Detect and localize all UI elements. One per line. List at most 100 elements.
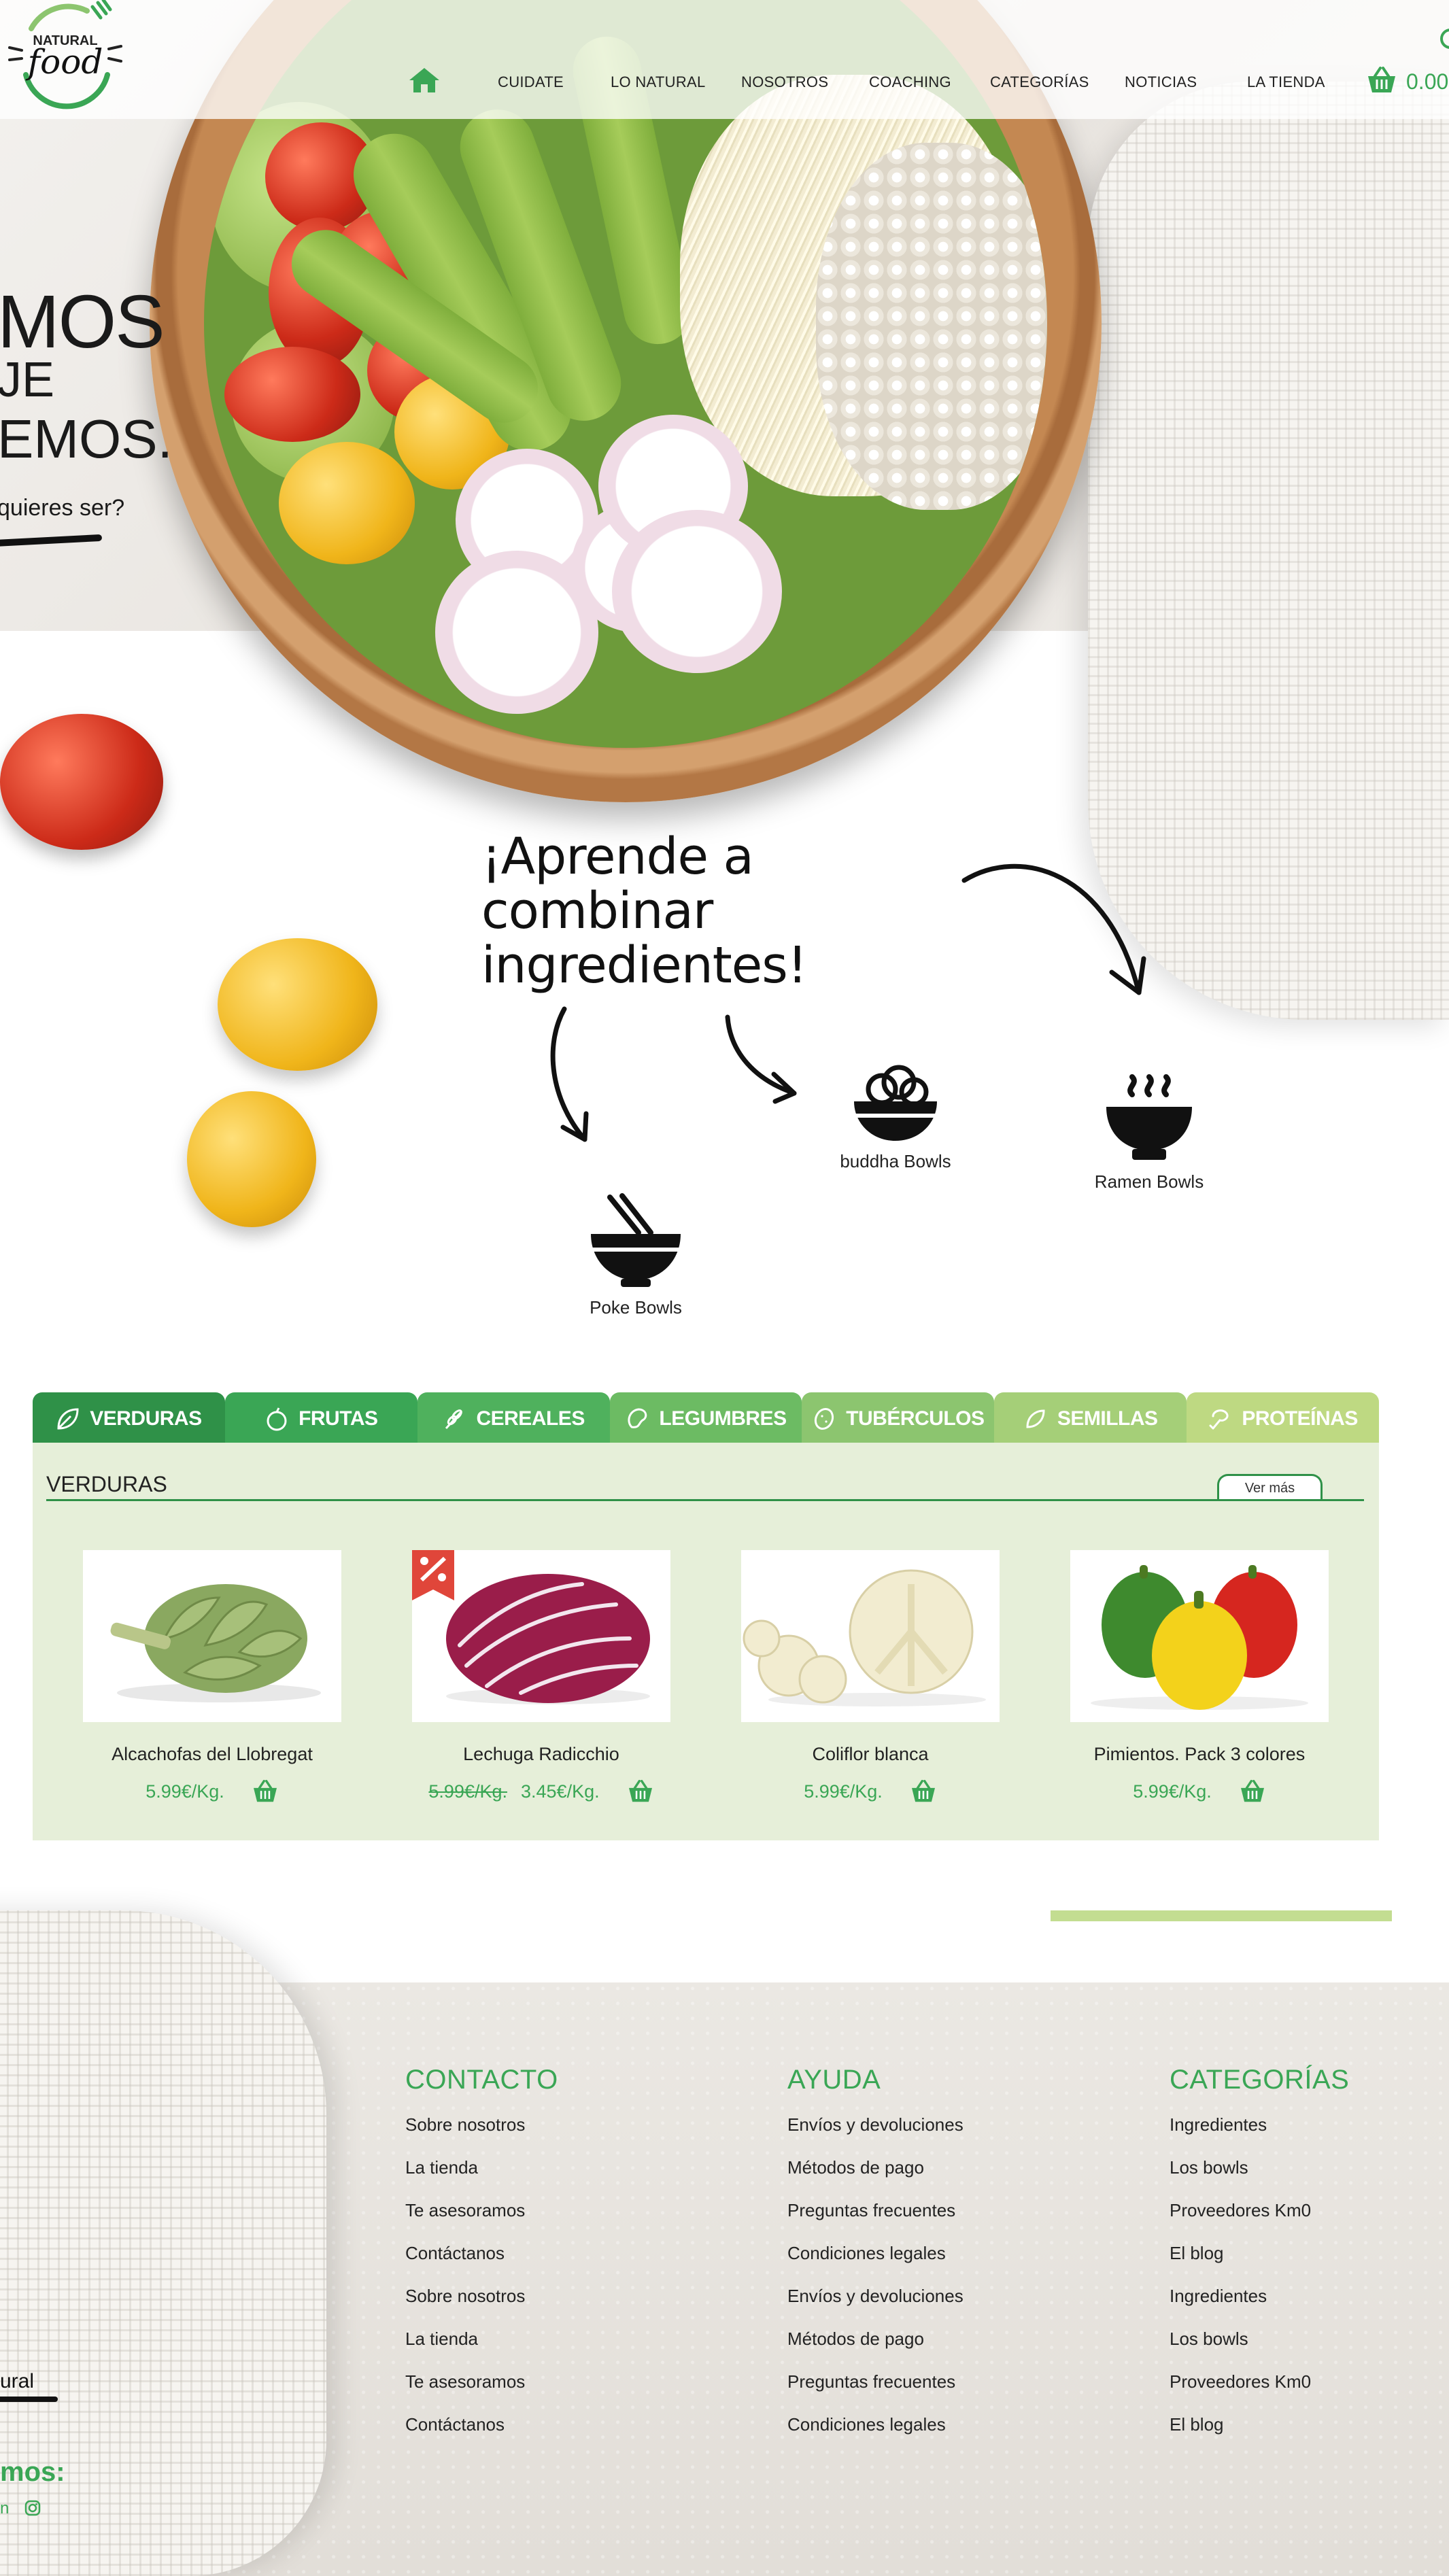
nav-la-tienda[interactable]: LA TIENDA: [1247, 73, 1325, 91]
social-partial-text[interactable]: n: [0, 2499, 9, 2518]
footer-link[interactable]: Los bowls: [1170, 2157, 1349, 2200]
footer-column-contacto: CONTACTO Sobre nosotros La tienda Te ase…: [405, 2065, 558, 2457]
add-to-cart-icon[interactable]: [252, 1780, 279, 1803]
arrow-icon: [725, 1014, 797, 1104]
nav-cuidate[interactable]: CUIDATE: [498, 73, 564, 91]
product-image-cauliflower[interactable]: [741, 1550, 1000, 1722]
footer-link[interactable]: El blog: [1170, 2243, 1349, 2286]
panel-divider: [46, 1499, 1364, 1501]
panel-title: VERDURAS: [46, 1472, 167, 1496]
cart-total[interactable]: 0.00: [1406, 69, 1448, 95]
cart-icon[interactable]: [1367, 67, 1397, 94]
footer-link[interactable]: Sobre nosotros: [405, 2114, 558, 2157]
footer-link[interactable]: Métodos de pago: [787, 2329, 964, 2371]
learn-title: ¡Aprende a combinar ingredientes!: [481, 827, 807, 995]
add-to-cart-icon[interactable]: [910, 1780, 937, 1803]
potato-icon: [815, 1407, 834, 1430]
site-header: [0, 0, 1449, 119]
discount-icon: [412, 1550, 454, 1600]
footer-social-row: n: [0, 2499, 41, 2518]
category-tabs: VERDURAS FRUTAS CEREALES LEGUMBRES TUBÉR…: [33, 1392, 1380, 1445]
product-price: 5.99€/Kg.: [146, 1781, 224, 1802]
instagram-icon[interactable]: [24, 2500, 41, 2516]
tab-cereales[interactable]: CEREALES: [417, 1392, 610, 1445]
footer-link[interactable]: Envíos y devoluciones: [787, 2286, 964, 2329]
poke-bowls-link[interactable]: Poke Bowls: [571, 1193, 700, 1318]
footer-natural-link[interactable]: ural: [0, 2370, 34, 2393]
product-card[interactable]: Coliflor blanca 5.99€/Kg.: [741, 1550, 1000, 1803]
tab-verduras[interactable]: VERDURAS: [33, 1392, 225, 1445]
tab-legumbres[interactable]: LEGUMBRES: [609, 1392, 802, 1445]
nav-coaching[interactable]: COACHING: [869, 73, 951, 91]
product-name[interactable]: Coliflor blanca: [741, 1744, 1000, 1765]
wheat-icon: [445, 1409, 463, 1430]
footer-link[interactable]: Ingredientes: [1170, 2286, 1349, 2329]
product-price: 5.99€/Kg.: [1133, 1781, 1212, 1802]
tab-label: CEREALES: [476, 1407, 585, 1430]
tab-proteinas[interactable]: PROTEÍNAS: [1187, 1392, 1380, 1445]
ramen-bowls-link[interactable]: Ramen Bowls: [1078, 1074, 1221, 1192]
footer-link[interactable]: La tienda: [405, 2329, 558, 2371]
footer-link[interactable]: Métodos de pago: [787, 2157, 964, 2200]
footer-follow-heading: mos:: [0, 2457, 65, 2487]
hero-headline-line3: EMOS.: [0, 409, 173, 469]
product-card[interactable]: Lechuga Radicchio 5.99€/Kg. 3.45€/Kg.: [412, 1550, 670, 1803]
product-image-peppers[interactable]: [1070, 1550, 1329, 1722]
bowl-label: Poke Bowls: [590, 1297, 682, 1318]
footer-link[interactable]: Proveedores Km0: [1170, 2200, 1349, 2243]
footer-link[interactable]: Sobre nosotros: [405, 2286, 558, 2329]
hero-question: quieres ser?: [0, 495, 125, 521]
tab-semillas[interactable]: SEMILLAS: [994, 1392, 1187, 1445]
nav-nosotros[interactable]: NOSOTROS: [741, 73, 828, 91]
footer-heading: CONTACTO: [405, 2065, 558, 2095]
footer-link[interactable]: Contáctanos: [405, 2414, 558, 2457]
logo-text-main: food: [25, 42, 103, 82]
site-logo[interactable]: NATURAL food: [5, 0, 124, 114]
product-card[interactable]: Alcachofas del Llobregat 5.99€/Kg.: [83, 1550, 341, 1803]
nav-noticias[interactable]: NOTICIAS: [1125, 73, 1197, 91]
product-card[interactable]: Pimientos. Pack 3 colores 5.99€/Kg.: [1070, 1550, 1329, 1803]
footer-link[interactable]: La tienda: [405, 2157, 558, 2200]
footer-link[interactable]: Te asesoramos: [405, 2200, 558, 2243]
product-name[interactable]: Pimientos. Pack 3 colores: [1070, 1744, 1329, 1765]
seed-icon: [1026, 1409, 1045, 1428]
footer-link[interactable]: Ingredientes: [1170, 2114, 1349, 2157]
footer-link[interactable]: Condiciones legales: [787, 2414, 964, 2457]
tab-label: VERDURAS: [90, 1407, 202, 1430]
nav-categorias[interactable]: CATEGORÍAS: [990, 73, 1089, 91]
ramen-bowl-icon: [1106, 1074, 1192, 1160]
footer-link[interactable]: Preguntas frecuentes: [787, 2371, 964, 2414]
decorative-stripe: [1051, 1910, 1392, 1921]
footer-link[interactable]: Los bowls: [1170, 2329, 1349, 2371]
footer-link[interactable]: El blog: [1170, 2414, 1349, 2457]
leaf-icon: [57, 1408, 79, 1430]
footer-link[interactable]: Te asesoramos: [405, 2371, 558, 2414]
footer-link[interactable]: Preguntas frecuentes: [787, 2200, 964, 2243]
ver-mas-button[interactable]: Ver más: [1217, 1474, 1323, 1500]
product-image-radicchio[interactable]: [412, 1550, 670, 1722]
tab-frutas[interactable]: FRUTAS: [224, 1392, 417, 1445]
bowl-label: buddha Bowls: [840, 1151, 951, 1171]
tab-tuberculos[interactable]: TUBÉRCULOS: [802, 1392, 995, 1445]
footer-column-ayuda: AYUDA Envíos y devoluciones Métodos de p…: [787, 2065, 964, 2457]
footer-link[interactable]: Envíos y devoluciones: [787, 2114, 964, 2157]
hero-headline-line2: JE: [0, 353, 55, 407]
arrow-icon: [961, 863, 1146, 995]
footer-link[interactable]: Condiciones legales: [787, 2243, 964, 2286]
product-name[interactable]: Alcachofas del Llobregat: [83, 1744, 341, 1765]
product-price: 5.99€/Kg.: [804, 1781, 883, 1802]
nav-lo-natural[interactable]: LO NATURAL: [611, 73, 706, 91]
yellow-tomato-image: [187, 1091, 316, 1227]
footer-underline: [0, 2397, 58, 2402]
product-name[interactable]: Lechuga Radicchio: [412, 1744, 670, 1765]
add-to-cart-icon[interactable]: [627, 1780, 654, 1803]
buddha-bowls-link[interactable]: buddha Bowls: [824, 1061, 967, 1172]
footer-link[interactable]: Proveedores Km0: [1170, 2371, 1349, 2414]
product-image-artichoke[interactable]: [83, 1550, 341, 1722]
home-icon[interactable]: [408, 67, 441, 94]
add-to-cart-icon[interactable]: [1239, 1780, 1266, 1803]
footer-link[interactable]: Contáctanos: [405, 2243, 558, 2286]
footer-heading: CATEGORÍAS: [1170, 2065, 1350, 2095]
buddha-bowl-icon: [854, 1065, 937, 1141]
poke-bowl-icon: [591, 1193, 681, 1287]
